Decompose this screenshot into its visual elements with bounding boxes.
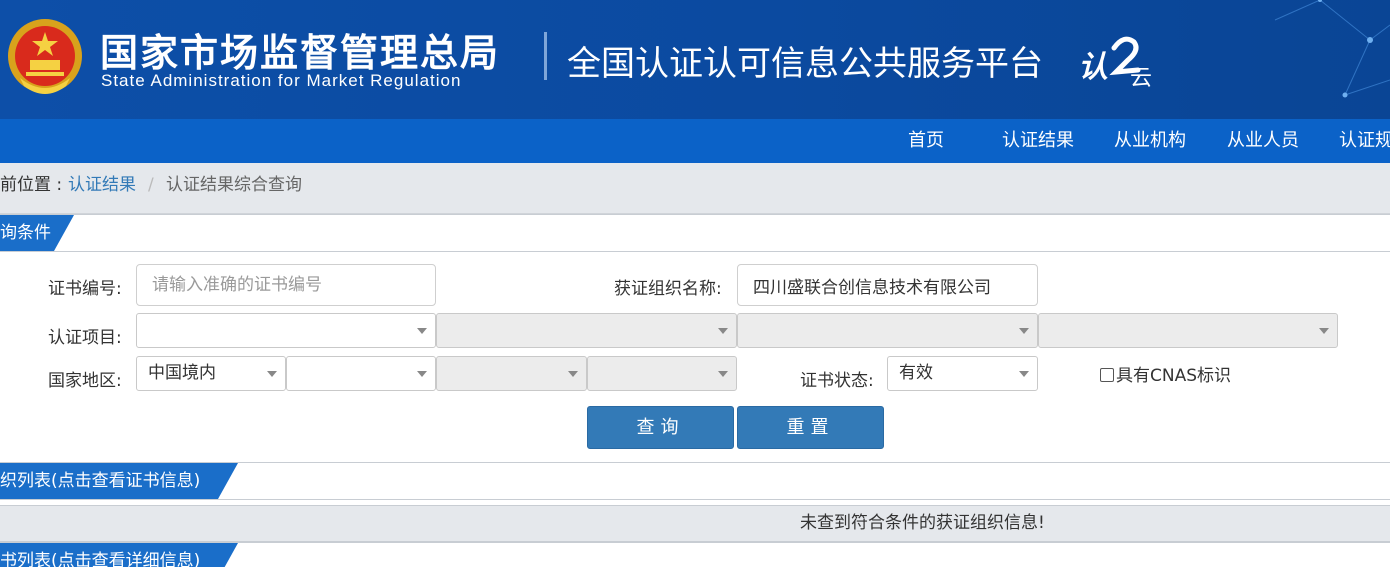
breadcrumb-current: 认证结果综合查询 bbox=[166, 175, 302, 195]
cnas-checkbox-label: 具有CNAS标识 bbox=[1116, 366, 1232, 386]
breadcrumb-separator: / bbox=[148, 175, 154, 195]
query-section-tab: 询条件 bbox=[0, 215, 74, 251]
cert-list-section-bar: 书列表(点击查看详细信息) bbox=[0, 542, 1390, 567]
nav-item-cert-rules[interactable]: 认证规 bbox=[1339, 119, 1390, 163]
region-select-2[interactable] bbox=[286, 356, 436, 391]
cert-no-input[interactable] bbox=[136, 264, 436, 306]
query-section-bar: 询条件 bbox=[0, 214, 1390, 252]
chevron-down-icon bbox=[718, 328, 728, 334]
header-divider bbox=[544, 32, 547, 80]
nav-item-personnel[interactable]: 从业人员 bbox=[1227, 119, 1299, 163]
org-name-en: State Administration for Market Regulati… bbox=[101, 71, 462, 90]
breadcrumb-prefix: 前位置 : bbox=[0, 175, 63, 195]
chevron-down-icon bbox=[417, 371, 427, 377]
platform-title: 全国认证认可信息公共服务平台 bbox=[567, 44, 1043, 84]
region-select-1-value: 中国境内 bbox=[148, 363, 216, 383]
nav-item-cert-results[interactable]: 认证结果 bbox=[1002, 119, 1074, 163]
project-select-3[interactable] bbox=[737, 313, 1038, 348]
chevron-down-icon bbox=[1319, 328, 1329, 334]
main-nav: 首页 认证结果 从业机构 从业人员 认证规 bbox=[0, 119, 1390, 163]
nav-item-home[interactable]: 首页 bbox=[908, 119, 944, 163]
chevron-down-icon bbox=[1019, 328, 1029, 334]
reset-button[interactable]: 重置 bbox=[737, 406, 884, 449]
org-list-empty-row: 未查到符合条件的获证组织信息! bbox=[0, 505, 1390, 542]
cert-no-label: 证书编号: bbox=[48, 279, 122, 299]
project-select-2[interactable] bbox=[436, 313, 737, 348]
region-select-1[interactable]: 中国境内 bbox=[136, 356, 286, 391]
checkbox-icon[interactable] bbox=[1100, 368, 1114, 382]
status-select-value: 有效 bbox=[899, 363, 933, 383]
breadcrumb: 前位置 : 认证结果 / 认证结果综合查询 bbox=[0, 163, 1390, 214]
status-select[interactable]: 有效 bbox=[887, 356, 1038, 391]
region-select-3[interactable] bbox=[436, 356, 587, 391]
national-emblem-icon bbox=[8, 19, 82, 94]
breadcrumb-link-cert-results[interactable]: 认证结果 bbox=[68, 163, 136, 207]
region-label: 国家地区: bbox=[48, 371, 122, 391]
cert-list-section-title: 书列表(点击查看详细信息) bbox=[0, 551, 201, 567]
org-list-section-bar: 织列表(点击查看证书信息) bbox=[0, 462, 1390, 500]
project-select-4[interactable] bbox=[1038, 313, 1338, 348]
logo-text: 认 bbox=[1078, 50, 1108, 85]
project-select-1[interactable] bbox=[136, 313, 436, 348]
site-header: 国家市场监督管理总局 State Administration for Mark… bbox=[0, 0, 1390, 119]
project-label: 认证项目: bbox=[48, 328, 122, 348]
logo-sub-text: 云 bbox=[1130, 66, 1153, 91]
org-name-label: 获证组织名称: bbox=[614, 279, 722, 299]
org-list-section-title: 织列表(点击查看证书信息) bbox=[0, 471, 201, 491]
org-name-cn: 国家市场监督管理总局 bbox=[100, 31, 501, 75]
query-section-title: 询条件 bbox=[0, 223, 51, 243]
status-label: 证书状态: bbox=[800, 371, 874, 391]
chevron-down-icon bbox=[568, 371, 578, 377]
query-button[interactable]: 查询 bbox=[587, 406, 734, 449]
chevron-down-icon bbox=[1019, 371, 1029, 377]
region-select-4[interactable] bbox=[587, 356, 737, 391]
org-name-input[interactable] bbox=[737, 264, 1038, 306]
cert-list-section-tab: 书列表(点击查看详细信息) bbox=[0, 543, 238, 567]
org-list-section-tab: 织列表(点击查看证书信息) bbox=[0, 463, 238, 499]
chevron-down-icon bbox=[718, 371, 728, 377]
chevron-down-icon bbox=[417, 328, 427, 334]
empty-message: 未查到符合条件的获证组织信息! bbox=[800, 513, 1045, 533]
nav-item-institutions[interactable]: 从业机构 bbox=[1114, 119, 1186, 163]
chevron-down-icon bbox=[267, 371, 277, 377]
renzheng-cloud-logo: 认 云 bbox=[1078, 34, 1160, 91]
